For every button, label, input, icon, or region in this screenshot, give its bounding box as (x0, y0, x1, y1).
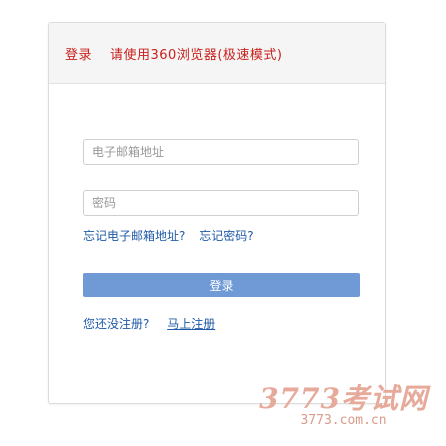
login-panel: 登录 请使用360浏览器(极速模式) 忘记电子邮箱地址? 忘记密码? 登录 您还… (48, 22, 386, 404)
register-link[interactable]: 马上注册 (167, 317, 215, 331)
page-title: 登录 (65, 47, 93, 63)
password-field[interactable] (83, 190, 359, 216)
email-field[interactable] (83, 139, 359, 165)
browser-notice: 请使用360浏览器(极速模式) (110, 47, 283, 63)
panel-header: 登录 请使用360浏览器(极速模式) (49, 23, 385, 84)
register-question: 您还没注册? (83, 317, 150, 331)
watermark-logo-text: 3773考试网 (259, 382, 428, 415)
login-button[interactable]: 登录 (83, 273, 360, 297)
site-watermark: 3773考试网 3773.com.cn (259, 377, 428, 428)
forgot-links: 忘记电子邮箱地址? 忘记密码? (83, 227, 254, 244)
register-row: 您还没注册? 马上注册 (83, 315, 215, 332)
forgot-password-link[interactable]: 忘记密码? (199, 229, 253, 243)
forgot-email-link[interactable]: 忘记电子邮箱地址? (83, 229, 185, 243)
